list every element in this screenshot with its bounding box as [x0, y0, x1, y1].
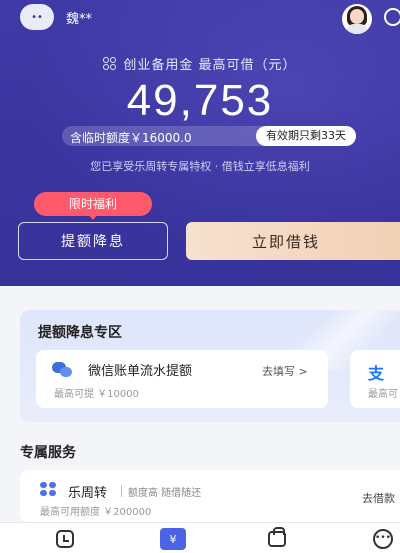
- borrow-now-button[interactable]: 立即借钱: [186, 222, 400, 260]
- wechat-promo-card[interactable]: 微信账单流水提额 最高可提 ￥10000 去填写 >: [36, 350, 328, 408]
- wechat-card-title: 微信账单流水提额: [88, 364, 193, 379]
- agent-face: [350, 9, 364, 24]
- temporary-quota-bar: 含临时额度￥16000.0 有效期只剩33天: [62, 126, 356, 146]
- top-bar: •• 魏**: [0, 0, 400, 34]
- alipay-promo-card[interactable]: 支 最高可: [350, 350, 400, 408]
- tab-home[interactable]: [52, 528, 78, 550]
- tab-loan[interactable]: ¥: [160, 528, 186, 550]
- quota-title: 创业备用金 最高可借（元）: [0, 54, 400, 73]
- service-card[interactable]: 乐周转 额度高 随借随还 最高可用额度 ￥200000 去借款: [20, 470, 400, 522]
- more-tab-icon: •••: [373, 529, 393, 549]
- tab-bag[interactable]: [264, 527, 290, 550]
- service-logo-icon: [40, 482, 58, 496]
- raise-limit-button[interactable]: 提额降息: [18, 222, 168, 260]
- service-name: 乐周转: [68, 486, 108, 501]
- service-sub: 最高可用额度 ￥200000: [40, 507, 152, 518]
- agent-avatar[interactable]: [342, 4, 372, 34]
- promo-section: 提额降息专区 微信账单流水提额 最高可提 ￥10000 去填写 > 支 最高可: [20, 310, 400, 422]
- services-title: 专属服务: [20, 445, 76, 461]
- home-tab-icon: [56, 530, 74, 548]
- avatar-text: ••: [31, 11, 43, 23]
- hero-section: •• 魏** 创业备用金 最高可借（元） 49,753 含临时额度￥16000.…: [0, 0, 400, 286]
- tab-more[interactable]: •••: [370, 528, 396, 550]
- quota-logo-icon: [103, 57, 117, 71]
- alipay-card-sub: 最高可: [368, 389, 398, 400]
- wechat-card-link[interactable]: 去填写 >: [262, 363, 308, 379]
- tab-bar: ¥ •••: [0, 522, 400, 553]
- quota-title-text: 创业备用金 最高可借（元）: [123, 58, 297, 73]
- promo-title: 提额降息专区: [38, 325, 122, 341]
- service-link[interactable]: 去借款: [362, 490, 395, 506]
- message-icon[interactable]: [384, 8, 400, 26]
- service-divider: [121, 485, 122, 497]
- validity-badge: 有效期只剩33天: [256, 126, 356, 146]
- wechat-card-sub: 最高可提 ￥10000: [54, 389, 139, 400]
- wechat-icon: [52, 362, 74, 378]
- quota-amount: 49,753: [126, 76, 274, 125]
- limited-offer-badge: 限时福利: [34, 192, 152, 220]
- loan-tab-icon: ¥: [169, 532, 177, 546]
- user-name: 魏**: [66, 12, 93, 27]
- temporary-quota-text: 含临时额度￥16000.0: [70, 131, 192, 145]
- service-tag: 额度高 随借随还: [128, 488, 202, 499]
- agent-body: [346, 24, 368, 34]
- privilege-text: 您已享受乐周转专属特权 · 借钱立享低息福利: [90, 160, 310, 173]
- alipay-icon: 支: [368, 364, 385, 383]
- bag-tab-icon: [268, 527, 286, 547]
- user-avatar[interactable]: ••: [20, 4, 54, 30]
